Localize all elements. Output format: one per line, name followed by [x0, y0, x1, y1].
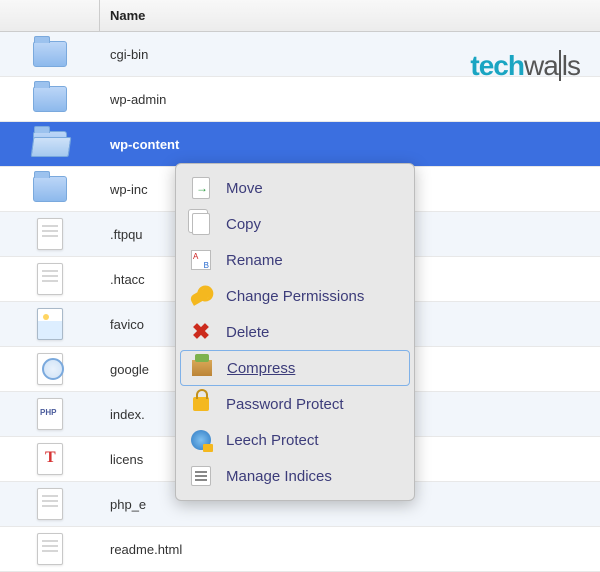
menu-label: Change Permissions	[226, 288, 364, 305]
text-file-icon	[37, 443, 63, 475]
menu-item-change-permissions[interactable]: Change Permissions	[180, 278, 410, 314]
menu-label: Delete	[226, 324, 269, 341]
file-name: wp-content	[100, 137, 600, 152]
php-file-icon	[37, 398, 63, 430]
menu-label: Move	[226, 180, 263, 197]
table-header: Name	[0, 0, 600, 32]
menu-item-rename[interactable]: Rename	[180, 242, 410, 278]
menu-label: Leech Protect	[226, 432, 319, 449]
file-icon	[37, 533, 63, 565]
compress-icon	[192, 360, 212, 376]
html-file-icon	[37, 353, 63, 385]
menu-label: Copy	[226, 216, 261, 233]
file-row-readme[interactable]: readme.html	[0, 527, 600, 572]
lock-icon	[193, 397, 209, 411]
key-icon	[189, 286, 213, 306]
file-name: readme.html	[100, 542, 600, 557]
file-name: cgi-bin	[100, 47, 600, 62]
file-icon	[37, 488, 63, 520]
folder-open-icon	[33, 131, 67, 157]
copy-icon	[192, 213, 210, 235]
menu-label: Rename	[226, 252, 283, 269]
rename-icon	[191, 250, 211, 270]
list-icon	[191, 466, 211, 486]
menu-item-password-protect[interactable]: Password Protect	[180, 386, 410, 422]
folder-icon	[33, 41, 67, 67]
file-row-wp-content[interactable]: wp-content	[0, 122, 600, 167]
menu-label: Password Protect	[226, 396, 344, 413]
folder-icon	[33, 176, 67, 202]
menu-item-leech-protect[interactable]: Leech Protect	[180, 422, 410, 458]
image-file-icon	[37, 308, 63, 340]
file-name: wp-admin	[100, 92, 600, 107]
folder-icon	[33, 86, 67, 112]
icon-column-head	[0, 0, 100, 31]
file-icon	[37, 218, 63, 250]
menu-item-delete[interactable]: ✖ Delete	[180, 314, 410, 350]
menu-label: Manage Indices	[226, 468, 332, 485]
file-row-wp-admin[interactable]: wp-admin	[0, 77, 600, 122]
move-icon	[192, 177, 210, 199]
context-menu: Move Copy Rename Change Permissions ✖ De…	[175, 163, 415, 501]
file-row-cgi-bin[interactable]: cgi-bin	[0, 32, 600, 77]
menu-item-manage-indices[interactable]: Manage Indices	[180, 458, 410, 494]
menu-item-copy[interactable]: Copy	[180, 206, 410, 242]
name-column-head[interactable]: Name	[100, 0, 600, 31]
leech-protect-icon	[191, 430, 211, 450]
menu-item-move[interactable]: Move	[180, 170, 410, 206]
menu-label: Compress	[227, 360, 295, 377]
menu-item-compress[interactable]: Compress	[180, 350, 410, 386]
delete-icon: ✖	[192, 319, 210, 345]
file-icon	[37, 263, 63, 295]
